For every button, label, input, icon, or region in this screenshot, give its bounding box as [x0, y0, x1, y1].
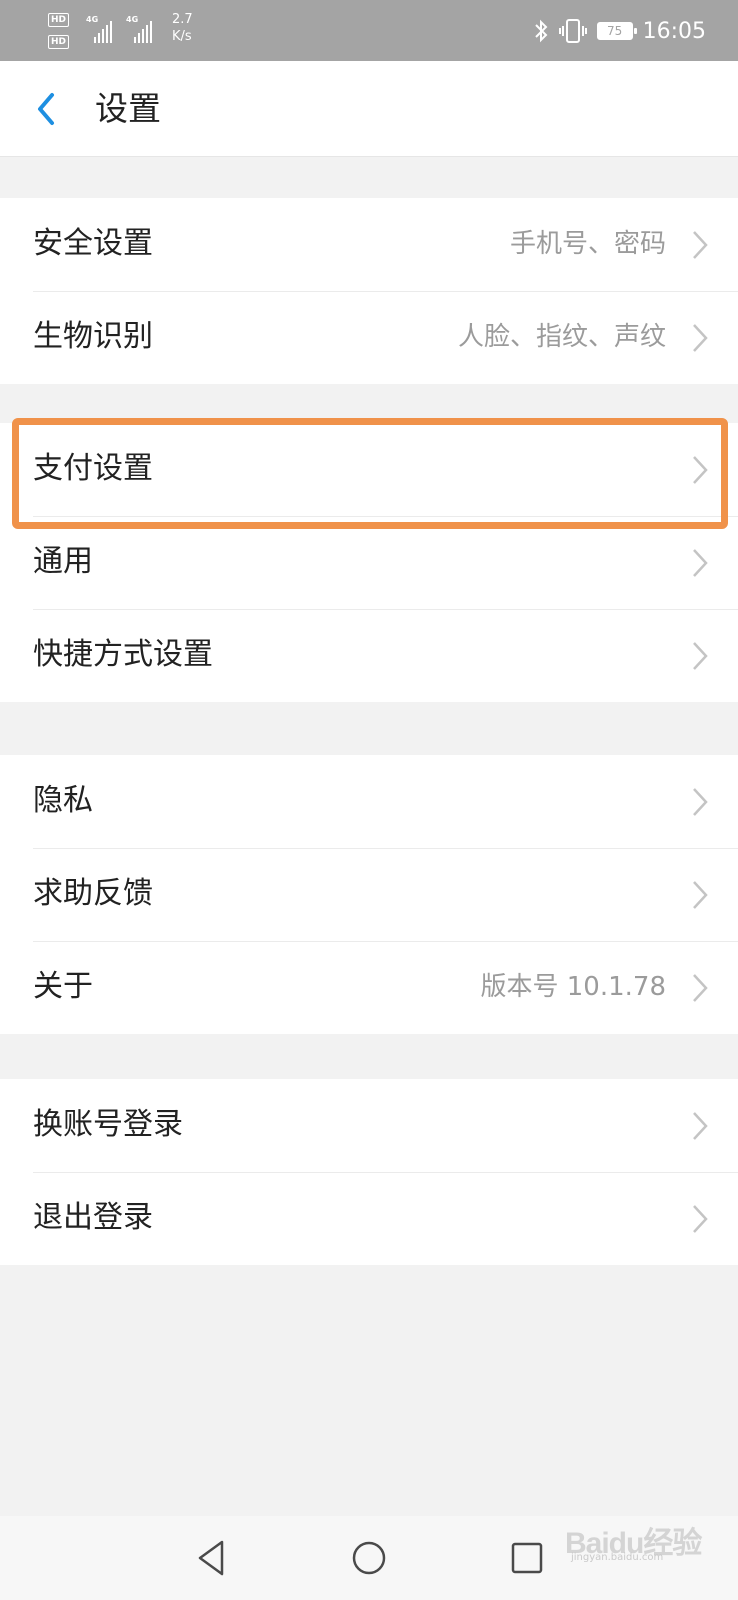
battery-icon: 75 [596, 22, 637, 40]
vibrate-icon [558, 19, 587, 43]
clock: 16:05 [642, 18, 706, 44]
row-value: 版本号 10.1.78 [480, 972, 666, 1002]
watermark-url: jingyan.baidu.com [571, 1552, 664, 1563]
chevron-right-icon [693, 324, 708, 352]
chevron-right-icon [693, 456, 708, 484]
signal-icon: 4G [126, 15, 156, 43]
network-speed-value: 2.7 [172, 12, 193, 27]
chevron-right-icon [693, 788, 708, 816]
settings-row-biometrics[interactable]: 生物识别 人脸、指纹、声纹 [0, 291, 738, 384]
settings-row-about[interactable]: 关于 版本号 10.1.78 [0, 941, 738, 1034]
settings-row-logout[interactable]: 退出登录 [0, 1172, 738, 1265]
settings-screen: HD HD 4G 4G 2.7 K/s 75 16:05 设置 安全设置 手机号… [0, 0, 738, 1600]
title-bar: 设置 [0, 61, 738, 157]
settings-group-session: 换账号登录 退出登录 [0, 1079, 738, 1265]
settings-group-general: 支付设置 通用 快捷方式设置 [0, 423, 738, 702]
settings-row-feedback[interactable]: 求助反馈 [0, 848, 738, 941]
row-label: 关于 [33, 969, 93, 1004]
chevron-right-icon [693, 1112, 708, 1140]
row-label: 快捷方式设置 [33, 637, 213, 672]
square-recent-icon[interactable] [505, 1536, 549, 1580]
hd-badge: HD [48, 35, 70, 49]
chevron-right-icon [693, 881, 708, 909]
settings-group-account-security: 安全设置 手机号、密码 生物识别 人脸、指纹、声纹 [0, 198, 738, 384]
row-label: 支付设置 [33, 451, 153, 486]
row-value: 人脸、指纹、声纹 [457, 322, 666, 352]
bluetooth-icon [534, 19, 548, 43]
network-speed: 2.7 K/s [172, 11, 193, 45]
row-label: 求助反馈 [33, 876, 153, 911]
settings-row-payment[interactable]: 支付设置 [0, 423, 738, 516]
row-label: 换账号登录 [33, 1107, 183, 1142]
hd-badge: HD [48, 13, 70, 27]
row-label: 通用 [33, 544, 93, 579]
settings-row-general[interactable]: 通用 [0, 516, 738, 609]
baidu-watermark: Baidu经验 jingyan.baidu.com [565, 1508, 715, 1568]
row-label: 安全设置 [33, 226, 153, 261]
settings-row-security[interactable]: 安全设置 手机号、密码 [0, 198, 738, 291]
chevron-right-icon [693, 642, 708, 670]
chevron-right-icon [693, 1205, 708, 1233]
page-title: 设置 [95, 89, 161, 128]
signal-icon: 4G [86, 15, 116, 43]
status-bar-right: 75 16:05 [533, 16, 706, 46]
chevron-right-icon [693, 974, 708, 1002]
chevron-right-icon [693, 231, 708, 259]
status-bar: HD HD 4G 4G 2.7 K/s 75 16:05 [0, 0, 738, 61]
row-label: 生物识别 [33, 319, 153, 354]
settings-row-switch-account[interactable]: 换账号登录 [0, 1079, 738, 1172]
triangle-back-icon[interactable] [190, 1536, 234, 1580]
chevron-right-icon [693, 549, 708, 577]
row-value: 手机号、密码 [509, 229, 666, 259]
row-label: 隐私 [33, 783, 93, 818]
settings-row-shortcuts[interactable]: 快捷方式设置 [0, 609, 738, 702]
row-label: 退出登录 [33, 1200, 153, 1235]
network-speed-unit: K/s [172, 29, 192, 44]
settings-row-privacy[interactable]: 隐私 [0, 755, 738, 848]
back-chevron-icon[interactable] [30, 87, 66, 131]
circle-home-icon[interactable] [347, 1536, 391, 1580]
settings-group-support: 隐私 求助反馈 关于 版本号 10.1.78 [0, 755, 738, 1034]
